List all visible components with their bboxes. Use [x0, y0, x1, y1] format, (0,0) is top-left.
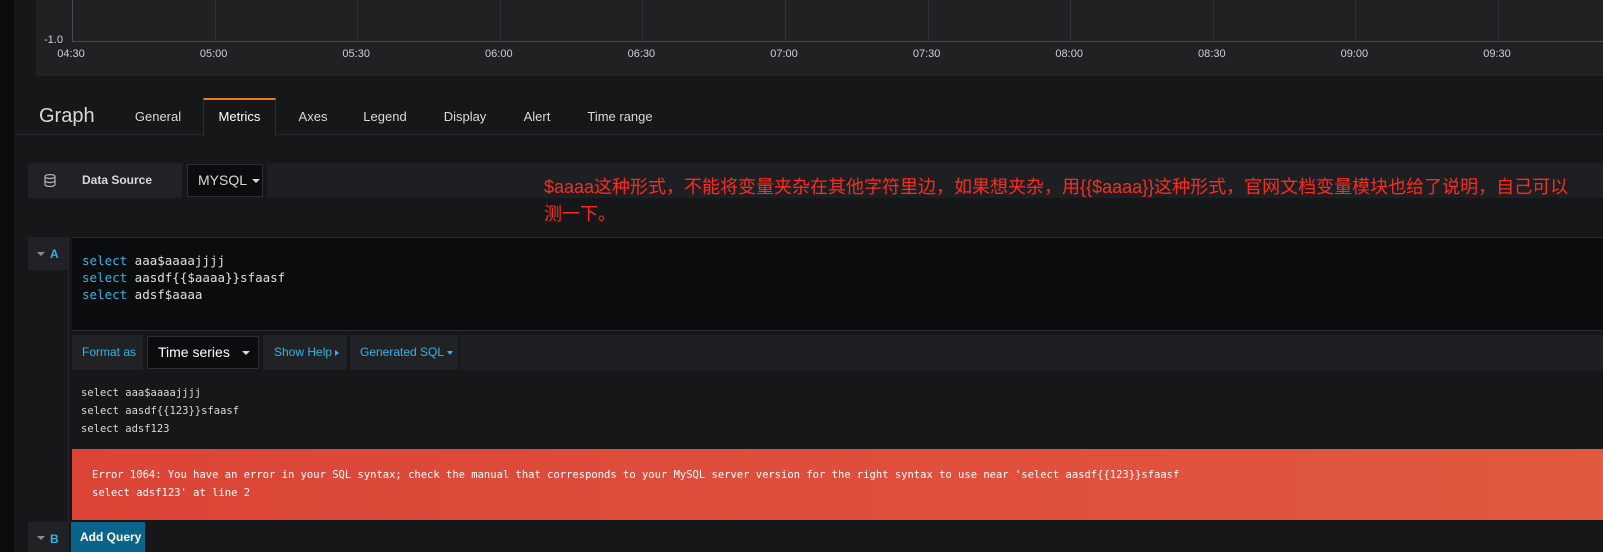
format-as-label: Format as [72, 335, 143, 370]
generated-sql-label: Generated SQL [360, 345, 445, 359]
x-axis-tick-label: 08:30 [1198, 48, 1226, 60]
tab-display[interactable]: Display [430, 98, 500, 136]
options-row-filler [460, 335, 1603, 370]
add-query-button[interactable]: Add Query [71, 522, 145, 552]
x-axis-tick-label: 06:30 [627, 48, 656, 60]
sql-line: select adsf$aaaa [82, 287, 203, 302]
panel-editor-header: Graph General Metrics Axes Legend Displa… [16, 97, 1603, 136]
grid-line [499, 0, 501, 42]
tab-legend[interactable]: Legend [353, 98, 417, 136]
chevron-down-icon [252, 179, 261, 184]
grid-line [214, 0, 216, 42]
sql-line: select aaa$aaaajjjj [82, 253, 225, 268]
generated-sql-line: select aaa$aaaajjjj [81, 387, 202, 399]
tab-general[interactable]: General [121, 98, 195, 136]
collapse-caret-icon[interactable] [37, 252, 45, 256]
error-message-line: Error 1064: You have an error in your SQ… [92, 469, 1180, 481]
x-axis-tick-label: 07:00 [770, 48, 798, 60]
database-icon [28, 163, 72, 198]
query-a-toggle[interactable] [28, 237, 69, 270]
tab-alert[interactable]: Alert [512, 98, 562, 136]
x-axis-tick-label: 07:30 [912, 48, 941, 60]
chevron-down-icon [447, 350, 454, 355]
graph-panel: -1.0 04:30 05:00 05:30 06:00 06:30 07:00 07:30… [36, 0, 1603, 76]
query-gutter-line [68, 237, 69, 552]
chevron-down-icon [242, 351, 250, 355]
tab-metrics[interactable]: Metrics [203, 98, 276, 136]
chevron-right-icon [335, 349, 340, 356]
x-axis-tick-label: 05:00 [199, 48, 228, 60]
x-axis-tick-label: 06:00 [485, 48, 513, 60]
query-b-toggle[interactable] [28, 522, 69, 552]
generated-sql-button[interactable]: Generated SQL [350, 335, 458, 370]
format-as-select[interactable]: Time series [147, 336, 259, 369]
annotation-note: $aaaa这种形式，不能将变量夹杂在其他字符里边，如果想夹杂，用{{$aaaa}… [544, 177, 1569, 224]
sql-editor[interactable]: select aaa$aaaajjjj select aasdf{{$aaaa}… [72, 237, 1603, 331]
generated-sql-output: select aaa$aaaajjjj select aasdf{{123}}s… [81, 384, 239, 438]
grid-line [357, 0, 359, 42]
x-axis-tick-label: 09:00 [1340, 48, 1369, 60]
error-message-line: select adsf123' at line 2 [92, 487, 251, 499]
datasource-select[interactable]: MYSQL [187, 164, 263, 197]
grid-line [1070, 0, 1072, 42]
datasource-label: Data Source [72, 163, 182, 198]
generated-sql-line: select aasdf{{123}}sfaasf [81, 405, 240, 417]
graph-plot-area [72, 0, 1603, 42]
show-help-button[interactable]: Show Help [263, 335, 347, 370]
grid-line [1212, 0, 1214, 42]
grid-line [785, 0, 786, 42]
query-error-alert: Error 1064: You have an error in your SQ… [72, 449, 1603, 520]
x-axis-tick-label: 09:30 [1483, 48, 1511, 60]
y-axis-tick-label: -1.0 [44, 34, 63, 46]
show-help-label: Show Help [274, 345, 333, 359]
format-as-value: Time series [158, 344, 230, 360]
x-axis-tick-label: 08:00 [1055, 48, 1083, 60]
query-options-row: Format as Time series Show Help Generate… [72, 335, 1603, 370]
query-b-letter: B [50, 532, 59, 546]
query-a-letter: A [50, 247, 59, 261]
grid-line [927, 0, 929, 42]
x-axis-tick-label: 04:30 [57, 48, 85, 60]
grid-line [1355, 0, 1357, 42]
tab-time-range[interactable]: Time range [577, 98, 663, 136]
tab-axes[interactable]: Axes [286, 98, 340, 136]
datasource-value: MYSQL [198, 172, 248, 188]
generated-sql-line: select adsf123 [81, 423, 170, 435]
sql-line: select aasdf{{$aaaa}}sfaasf [82, 270, 286, 285]
grid-line [1498, 0, 1499, 42]
collapse-caret-icon[interactable] [37, 536, 45, 540]
editor-title: Graph [39, 105, 95, 127]
x-axis-tick-label: 05:30 [342, 48, 370, 60]
grid-line [642, 0, 644, 42]
left-edge-strip [0, 0, 14, 552]
